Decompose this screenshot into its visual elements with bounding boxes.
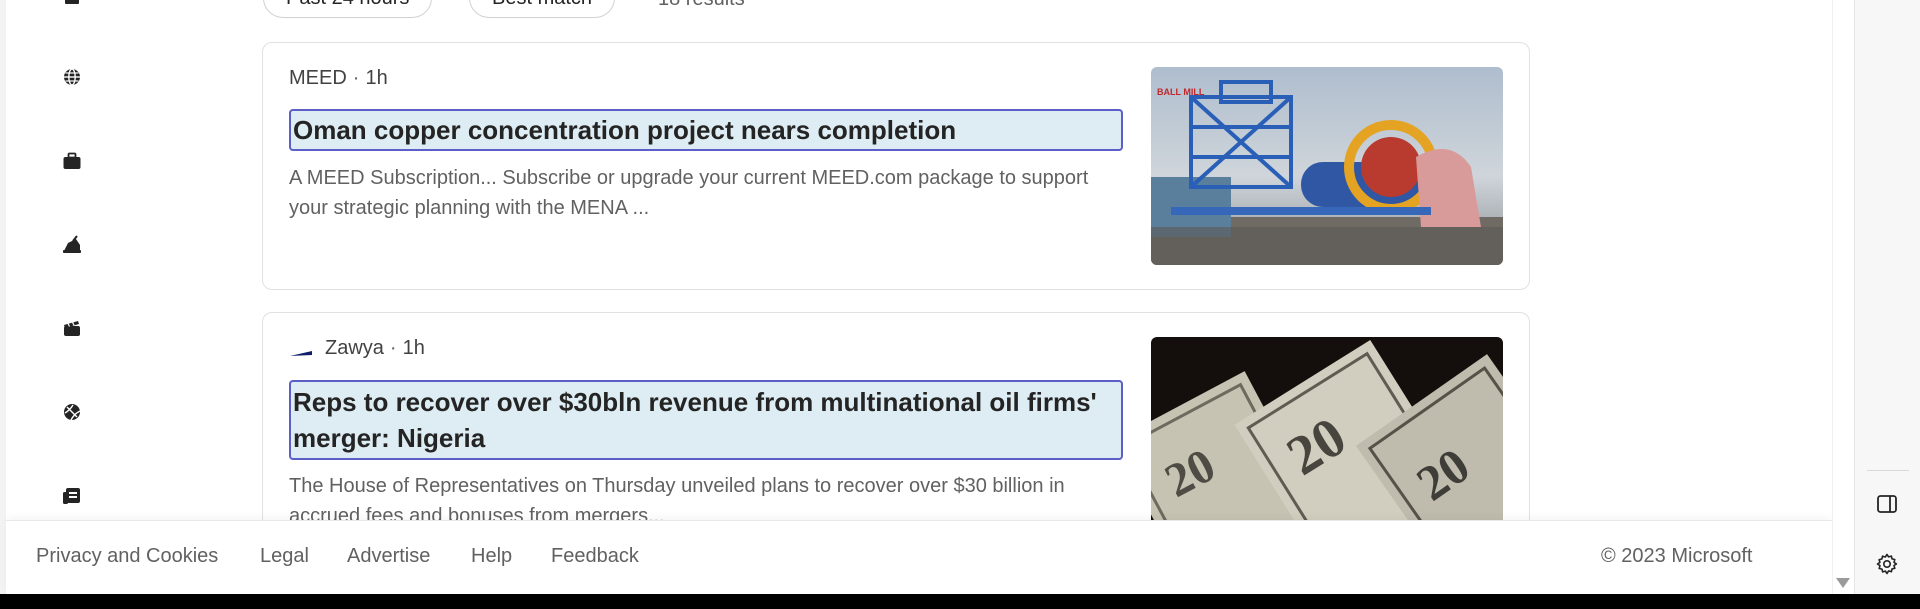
bottom-black-strip: [0, 594, 1920, 609]
article-snippet: The House of Representatives on Thursday…: [289, 475, 1065, 520]
article-title[interactable]: Reps to recover over $30bln revenue from…: [289, 380, 1123, 460]
sidebar-panel-icon: [1877, 495, 1897, 513]
article-thumbnail[interactable]: BALL MILL: [1151, 67, 1503, 265]
sidebar-settings-button[interactable]: [1869, 546, 1905, 582]
advertise-link[interactable]: Advertise: [347, 545, 430, 568]
gear-icon: [1876, 553, 1898, 575]
legal-link[interactable]: Legal: [260, 545, 309, 568]
copyright-text: © 2023 Microsoft: [1601, 545, 1753, 567]
card-meta: MEED · 1h: [289, 67, 388, 90]
sort-dropdown[interactable]: Best match: [469, 0, 616, 18]
top-rail-icon[interactable]: [50, 0, 94, 22]
globe-icon[interactable]: [50, 55, 94, 99]
browser-sidebar: [1854, 0, 1920, 594]
feedback-link[interactable]: Feedback: [551, 545, 639, 568]
article-age: 1h: [402, 337, 425, 359]
source-name[interactable]: Zawya: [325, 337, 384, 360]
result-count: 18 results: [658, 0, 745, 11]
image-caption: BALL MILL: [1157, 87, 1205, 97]
news-icon[interactable]: [50, 474, 94, 518]
privacy-link[interactable]: Privacy and Cookies: [36, 545, 218, 568]
briefcase-icon[interactable]: [50, 139, 94, 183]
article-age: 1h: [365, 67, 388, 89]
scroll-down-arrow-icon[interactable]: [1836, 578, 1850, 588]
time-filter-dropdown[interactable]: Past 24 hours: [263, 0, 433, 18]
article-title[interactable]: Oman copper concentration project nears …: [289, 109, 1123, 151]
science-icon[interactable]: [50, 222, 94, 266]
card-meta: Zawya · 1h: [289, 337, 425, 360]
category-rail: [50, 0, 94, 520]
sidebar-divider: [1867, 470, 1909, 471]
source-name[interactable]: MEED: [289, 67, 347, 90]
vertical-scrollbar[interactable]: [1832, 0, 1854, 594]
meta-separator: ·: [352, 67, 360, 89]
time-filter-label: Past 24 hours: [286, 0, 409, 10]
news-card[interactable]: Zawya · 1h Reps to recover over $30bln r…: [262, 312, 1530, 520]
page-footer: Privacy and Cookies Legal Advertise Help…: [6, 520, 1832, 594]
browser-viewport: Past 24 hours Best match 18 results MEED…: [0, 0, 1920, 594]
article-thumbnail[interactable]: 20 20 20: [1151, 337, 1503, 520]
hide-sidebar-button[interactable]: [1869, 486, 1905, 522]
news-card[interactable]: MEED · 1h Oman copper concentration proj…: [262, 42, 1530, 290]
sort-label: Best match: [492, 0, 592, 10]
ball-mill-image: BALL MILL: [1151, 67, 1503, 265]
zawya-logo-icon: [289, 343, 313, 356]
meta-separator: ·: [389, 337, 397, 359]
sports-icon[interactable]: [50, 390, 94, 434]
article-snippet: A MEED Subscription... Subscribe or upgr…: [289, 167, 1089, 219]
banknotes-image: 20 20 20: [1151, 337, 1503, 520]
movie-icon[interactable]: [50, 306, 94, 350]
search-results-area: Past 24 hours Best match 18 results MEED…: [6, 0, 1832, 520]
help-link[interactable]: Help: [471, 545, 512, 568]
